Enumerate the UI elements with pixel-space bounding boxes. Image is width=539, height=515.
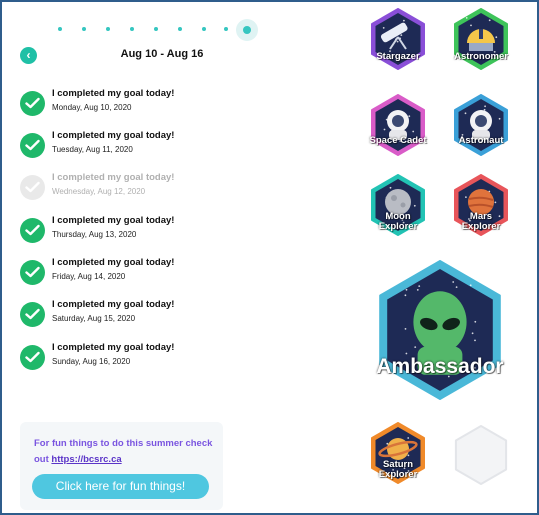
entry-date: Wednesday, Aug 12, 2020 bbox=[52, 187, 146, 196]
badge[interactable]: Space Cadet bbox=[367, 94, 429, 156]
entry-title: I completed my goal today! bbox=[52, 130, 175, 141]
alien-icon bbox=[379, 260, 501, 400]
checkmark-icon[interactable] bbox=[20, 218, 45, 243]
chevron-left-icon: ‹ bbox=[26, 48, 31, 62]
badge[interactable]: Astronomer bbox=[450, 8, 512, 70]
entry-title: I completed my goal today! bbox=[52, 342, 175, 353]
checkmark-icon[interactable] bbox=[20, 91, 45, 116]
week-dot[interactable] bbox=[106, 27, 110, 31]
goal-entry[interactable]: I completed my goal today! Sunday, Aug 16… bbox=[20, 342, 320, 376]
week-dot[interactable] bbox=[82, 27, 86, 31]
badge-label: Stargazer bbox=[376, 51, 420, 62]
entry-date: Saturday, Aug 15, 2020 bbox=[52, 314, 136, 323]
badge[interactable]: Ambassador bbox=[370, 260, 510, 400]
goal-entry[interactable]: I completed my goal today! Wednesday, Aug… bbox=[20, 172, 320, 206]
entry-title: I completed my goal today! bbox=[52, 88, 175, 99]
badge-label: Saturn Explorer bbox=[378, 459, 418, 480]
week-dot[interactable] bbox=[224, 27, 228, 31]
promo-link[interactable]: https://bcsrc.ca bbox=[51, 454, 121, 465]
badge-label: Mars Explorer bbox=[461, 211, 501, 232]
week-dot[interactable] bbox=[178, 27, 182, 31]
goal-entry[interactable]: I completed my goal today! Tuesday, Aug 1… bbox=[20, 130, 320, 164]
week-title: Aug 10 - Aug 16 bbox=[120, 48, 204, 60]
entry-title: I completed my goal today! bbox=[52, 299, 175, 310]
badge[interactable]: Saturn Explorer bbox=[367, 422, 429, 484]
promo-card: For fun things to do this summer check o… bbox=[20, 422, 223, 510]
checkmark-icon[interactable] bbox=[20, 260, 45, 285]
fun-things-button[interactable]: Click here for fun things! bbox=[32, 474, 209, 499]
badge[interactable]: Astronaut bbox=[450, 94, 512, 156]
goal-entry[interactable]: I completed my goal today! Thursday, Aug … bbox=[20, 215, 320, 249]
entry-date: Sunday, Aug 16, 2020 bbox=[52, 357, 131, 366]
week-dot-current[interactable] bbox=[236, 19, 258, 41]
badge-label: Ambassador bbox=[376, 355, 504, 378]
entry-title: I completed my goal today! bbox=[52, 215, 175, 226]
entry-date: Monday, Aug 10, 2020 bbox=[52, 103, 132, 112]
badge-label: Moon Explorer bbox=[378, 211, 418, 232]
goal-calendar-panel: ‹ Aug 10 - Aug 16 I completed my goal to… bbox=[2, 2, 357, 513]
app-window: ‹ Aug 10 - Aug 16 I completed my goal to… bbox=[0, 0, 539, 515]
entry-date: Thursday, Aug 13, 2020 bbox=[52, 230, 137, 239]
entry-title: I completed my goal today! bbox=[52, 257, 175, 268]
week-dot[interactable] bbox=[154, 27, 158, 31]
goal-entry[interactable]: I completed my goal today! Saturday, Aug … bbox=[20, 299, 320, 333]
week-pager bbox=[58, 19, 278, 41]
badge-label: Space Cadet bbox=[369, 135, 427, 146]
badge[interactable]: Mars Explorer bbox=[450, 174, 512, 236]
checkmark-icon[interactable] bbox=[20, 133, 45, 158]
badge-label: Astronaut bbox=[458, 135, 504, 146]
badge[interactable]: Stargazer bbox=[367, 8, 429, 70]
checkmark-icon[interactable] bbox=[20, 175, 45, 200]
week-dot[interactable] bbox=[202, 27, 206, 31]
promo-text: For fun things to do this summer check o… bbox=[34, 436, 214, 468]
locked-badge-slot bbox=[450, 424, 512, 486]
week-dot[interactable] bbox=[130, 27, 134, 31]
hexagon-placeholder-icon bbox=[454, 425, 508, 485]
badge[interactable]: Moon Explorer bbox=[367, 174, 429, 236]
goal-entry[interactable]: I completed my goal today! Friday, Aug 14… bbox=[20, 257, 320, 291]
checkmark-icon[interactable] bbox=[20, 302, 45, 327]
entry-title: I completed my goal today! bbox=[52, 172, 175, 183]
astronaut-icon bbox=[454, 94, 508, 156]
entry-date: Tuesday, Aug 11, 2020 bbox=[52, 145, 133, 154]
goal-entry[interactable]: I completed my goal today! Monday, Aug 10… bbox=[20, 88, 320, 122]
badge-label: Astronomer bbox=[454, 51, 508, 62]
checkmark-icon[interactable] bbox=[20, 345, 45, 370]
astronaut-helmet-icon bbox=[371, 94, 425, 156]
entry-date: Friday, Aug 14, 2020 bbox=[52, 272, 126, 281]
previous-week-button[interactable]: ‹ bbox=[20, 47, 37, 64]
week-dot[interactable] bbox=[58, 27, 62, 31]
